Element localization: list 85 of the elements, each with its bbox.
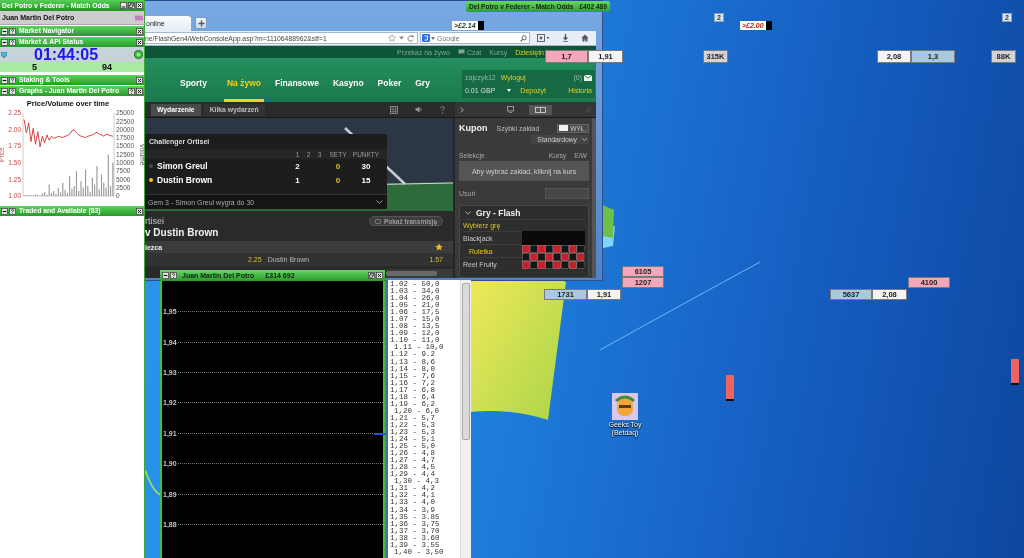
set-score: 2 [294,161,301,171]
collapse-icon[interactable] [1,76,8,84]
flag-icon [135,14,143,21]
caret-icon [582,138,588,141]
player-name: Dustin Brown [157,175,214,185]
close-icon[interactable] [136,87,143,95]
app-icon[interactable] [612,393,638,420]
reload-icon[interactable] [407,34,414,42]
scrollbar-thumb[interactable] [462,283,470,440]
close-icon[interactable] [136,2,143,9]
help-icon[interactable] [440,105,445,114]
nav-tab[interactable]: Sporty [177,58,210,102]
download-icon[interactable] [562,34,569,42]
home-icon[interactable] [581,34,589,42]
collapse-icon[interactable] [1,38,8,46]
collapse-icon[interactable] [162,272,169,279]
player-name: Simon Greul [157,161,209,171]
chat-icon [457,49,465,55]
help-icon[interactable] [9,207,16,215]
sets-won: 0 [334,161,342,171]
search-icon[interactable] [520,34,527,42]
nav-tab[interactable]: Finansowe [271,58,322,102]
two-column-icon [535,106,546,113]
restore-icon[interactable] [128,2,135,9]
price-marker-icon [374,433,386,435]
sets-won: 0 [334,175,342,185]
collapse-icon[interactable] [1,87,8,95]
game-points: 30 [360,161,372,171]
match-title: v Dustin Brown [145,227,220,239]
monitor-icon[interactable] [507,106,514,113]
split-view-button[interactable] [529,104,552,115]
star-icon[interactable] [435,243,443,251]
nav-tab[interactable]: Kasyno [329,58,367,102]
serve-indicator-icon [149,164,153,168]
new-tab-button[interactable] [195,17,207,29]
star-icon[interactable] [388,34,396,42]
nav-tab[interactable]: Poker [374,58,405,102]
help-icon[interactable] [128,87,135,95]
square-marker-icon [765,21,772,30]
close-icon[interactable] [376,272,383,279]
scrollbar[interactable] [460,280,471,558]
help-icon[interactable] [9,76,16,84]
help-icon[interactable] [170,272,177,279]
set-score: 1 [294,175,301,185]
restore-icon[interactable] [368,272,375,279]
bar-marker-icon [1011,359,1019,385]
collapse-icon[interactable] [1,207,8,215]
help-icon[interactable] [9,38,16,46]
help-icon[interactable] [9,87,16,95]
calendar-grid-icon[interactable] [390,105,398,114]
tournament-title: rtisei [145,216,164,226]
game-points: 15 [360,175,372,185]
minimize-icon[interactable] [120,2,127,9]
close-icon[interactable] [136,207,143,215]
status-count: 5 [32,62,37,72]
close-icon[interactable] [136,76,143,84]
search-engine-icon [422,34,430,42]
collapse-icon[interactable] [1,27,8,35]
close-icon[interactable] [136,27,143,35]
screen-icon [374,218,381,224]
close-icon[interactable] [136,38,143,46]
market-timer: 01:44:05 [34,47,100,62]
square-marker-icon [477,21,484,30]
nav-tab[interactable]: Gry [412,58,433,102]
bookmarks-icon[interactable] [537,34,550,42]
serve-indicator-icon [149,178,153,182]
scrollbar[interactable] [592,118,596,278]
game-thumbnail[interactable] [522,231,586,269]
plus-icon [197,19,205,27]
caret-icon[interactable] [399,36,404,40]
chevron-down-icon[interactable] [376,200,383,204]
bar-marker-icon [726,375,734,401]
scrollbar-thumb[interactable] [386,271,437,276]
scrollbar[interactable] [386,269,453,278]
status-count: 94 [102,62,112,72]
mail-icon[interactable] [584,74,592,81]
chevron-right-icon[interactable] [460,106,464,113]
caret-icon[interactable] [431,36,435,40]
games-header[interactable]: Gry - Flash [463,206,586,219]
caret-icon [507,89,512,92]
bet-slip-title: Kupon [459,123,488,133]
help-icon[interactable] [9,27,16,35]
chevron-down-icon [465,210,471,215]
speaker-icon[interactable] [415,106,423,113]
computer-icon [1,51,7,58]
